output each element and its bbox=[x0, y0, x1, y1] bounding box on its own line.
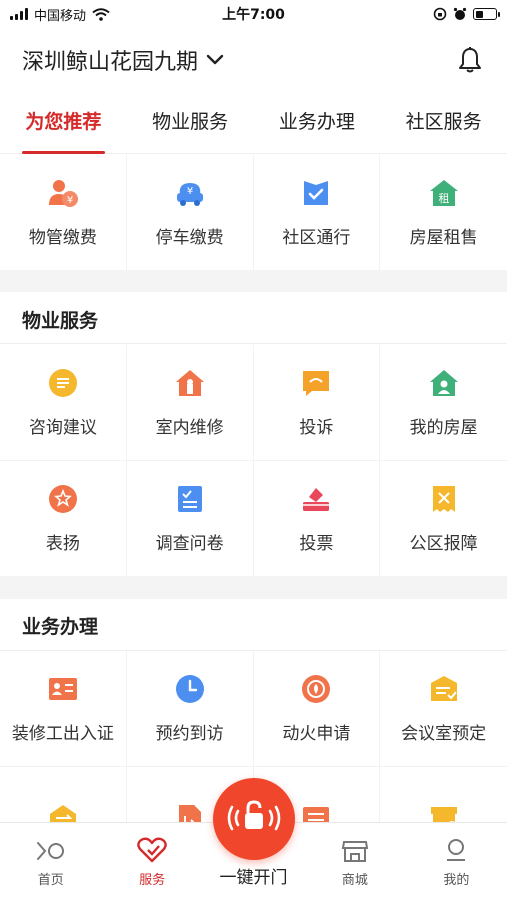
chevron-down-icon bbox=[206, 54, 224, 65]
my-house-icon bbox=[428, 367, 460, 399]
section-divider bbox=[0, 577, 507, 599]
mall-icon bbox=[341, 841, 369, 862]
worker-pass-icon bbox=[47, 673, 79, 705]
carrier-label: 中国移动 bbox=[34, 8, 87, 24]
home-icon bbox=[36, 842, 64, 860]
vote-icon bbox=[300, 483, 332, 515]
section-title-business: 业务办理 bbox=[22, 616, 99, 638]
grid-item-label: 投票 bbox=[299, 534, 334, 554]
consult-icon bbox=[47, 367, 79, 399]
grid-item-survey[interactable]: 调查问卷 bbox=[126, 461, 254, 577]
grid-item-meeting-room[interactable]: 会议室预定 bbox=[380, 651, 507, 767]
wifi-icon bbox=[92, 7, 110, 21]
grid-item-label: 投诉 bbox=[299, 418, 334, 438]
grid-item-label: 装修工出入证 bbox=[11, 724, 114, 744]
section-title-property-services: 物业服务 bbox=[22, 310, 99, 332]
nav-mall[interactable]: 商城 bbox=[304, 823, 405, 900]
signal-icon bbox=[10, 8, 28, 20]
alarm-icon bbox=[453, 7, 467, 20]
rotation-lock-icon bbox=[433, 7, 447, 21]
battery-icon bbox=[473, 8, 500, 20]
nav-label: 我的 bbox=[443, 873, 470, 888]
grid-item-label: 房屋租售 bbox=[409, 228, 478, 248]
meeting-room-icon bbox=[428, 673, 460, 705]
grid-item-label: 动火申请 bbox=[282, 724, 351, 744]
community-selector[interactable]: 深圳鲸山花园九期 bbox=[22, 44, 224, 76]
svg-text:租: 租 bbox=[438, 192, 449, 205]
grid-item-my-house[interactable]: 我的房屋 bbox=[380, 345, 507, 461]
grid-item-label: 会议室预定 bbox=[401, 724, 487, 744]
community-pass-icon bbox=[300, 177, 332, 209]
grid-item-complaint[interactable]: 投诉 bbox=[253, 345, 381, 461]
nav-label: 首页 bbox=[37, 873, 64, 888]
grid-item-community-pass[interactable]: 社区通行 bbox=[253, 155, 381, 271]
nav-label: 商城 bbox=[341, 873, 368, 888]
repair-icon bbox=[174, 367, 206, 399]
grid-item-repair[interactable]: 室内维修 bbox=[126, 345, 254, 461]
grid-item-worker-pass[interactable]: 装修工出入证 bbox=[0, 651, 127, 767]
grid-item-label: 物管缴费 bbox=[28, 228, 97, 248]
appointment-icon bbox=[174, 673, 206, 705]
nav-label: 服务 bbox=[139, 873, 166, 888]
grid-item-label: 表扬 bbox=[45, 534, 80, 554]
open-door-button[interactable] bbox=[213, 778, 295, 860]
grid-item-label: 公区报障 bbox=[409, 534, 478, 554]
grid-item-label: 我的房屋 bbox=[409, 418, 478, 438]
property-fee-icon: ¥ bbox=[47, 177, 79, 209]
grid-item-label: 社区通行 bbox=[282, 228, 351, 248]
unlock-icon bbox=[227, 800, 281, 831]
grid-item-fire-apply[interactable]: 动火申请 bbox=[253, 651, 381, 767]
grid-item-label: 咨询建议 bbox=[28, 418, 97, 438]
grid-item-house-rent[interactable]: 租 房屋租售 bbox=[380, 155, 507, 271]
complaint-icon bbox=[300, 367, 332, 399]
recommended-grid: ¥ 物管缴费 ¥ 停车缴费 社区通行 租 房屋租售 bbox=[0, 155, 507, 271]
house-rent-icon: 租 bbox=[428, 177, 460, 209]
tab-community-services[interactable]: 社区服务 bbox=[380, 92, 507, 154]
grid-item-praise[interactable]: 表扬 bbox=[0, 461, 127, 577]
property-services-grid: 咨询建议 室内维修 投诉 我的房屋 表扬 调查问卷 投票 公区报障 bbox=[0, 345, 507, 577]
grid-item-vote[interactable]: 投票 bbox=[253, 461, 381, 577]
tab-recommended[interactable]: 为您推荐 bbox=[0, 92, 127, 154]
nav-home[interactable]: 首页 bbox=[0, 823, 101, 900]
svg-text:¥: ¥ bbox=[186, 186, 192, 197]
nav-profile[interactable]: 我的 bbox=[406, 823, 507, 900]
grid-item-label: 调查问卷 bbox=[155, 534, 224, 554]
nav-label: 一键开门 bbox=[219, 868, 288, 888]
profile-icon bbox=[447, 839, 466, 861]
grid-item-label: 室内维修 bbox=[155, 418, 224, 438]
category-tabs: 为您推荐 物业服务 业务办理 社区服务 bbox=[0, 92, 507, 154]
praise-icon bbox=[47, 483, 79, 515]
nav-service[interactable]: 服务 bbox=[101, 823, 202, 900]
status-bar: 中国移动 上午7:00 bbox=[0, 0, 507, 28]
header: 深圳鲸山花园九期 bbox=[0, 28, 507, 92]
bell-icon[interactable] bbox=[455, 45, 485, 75]
section-divider bbox=[0, 270, 507, 292]
tab-business[interactable]: 业务办理 bbox=[254, 92, 381, 154]
grid-item-appointment[interactable]: 预约到访 bbox=[126, 651, 254, 767]
community-name: 深圳鲸山花园九期 bbox=[22, 50, 199, 75]
svg-text:¥: ¥ bbox=[67, 195, 73, 206]
grid-item-parking-fee[interactable]: ¥ 停车缴费 bbox=[126, 155, 254, 271]
service-heart-icon bbox=[137, 837, 167, 863]
fire-apply-icon bbox=[300, 673, 332, 705]
grid-item-consult[interactable]: 咨询建议 bbox=[0, 345, 127, 461]
grid-item-label: 停车缴费 bbox=[155, 228, 224, 248]
grid-item-public-fault[interactable]: 公区报障 bbox=[380, 461, 507, 577]
grid-item-property-fee[interactable]: ¥ 物管缴费 bbox=[0, 155, 127, 271]
public-fault-icon bbox=[428, 483, 460, 515]
tab-property-services[interactable]: 物业服务 bbox=[127, 92, 254, 154]
survey-icon bbox=[174, 483, 206, 515]
grid-item-label: 预约到访 bbox=[155, 724, 224, 744]
parking-fee-icon: ¥ bbox=[174, 177, 206, 209]
